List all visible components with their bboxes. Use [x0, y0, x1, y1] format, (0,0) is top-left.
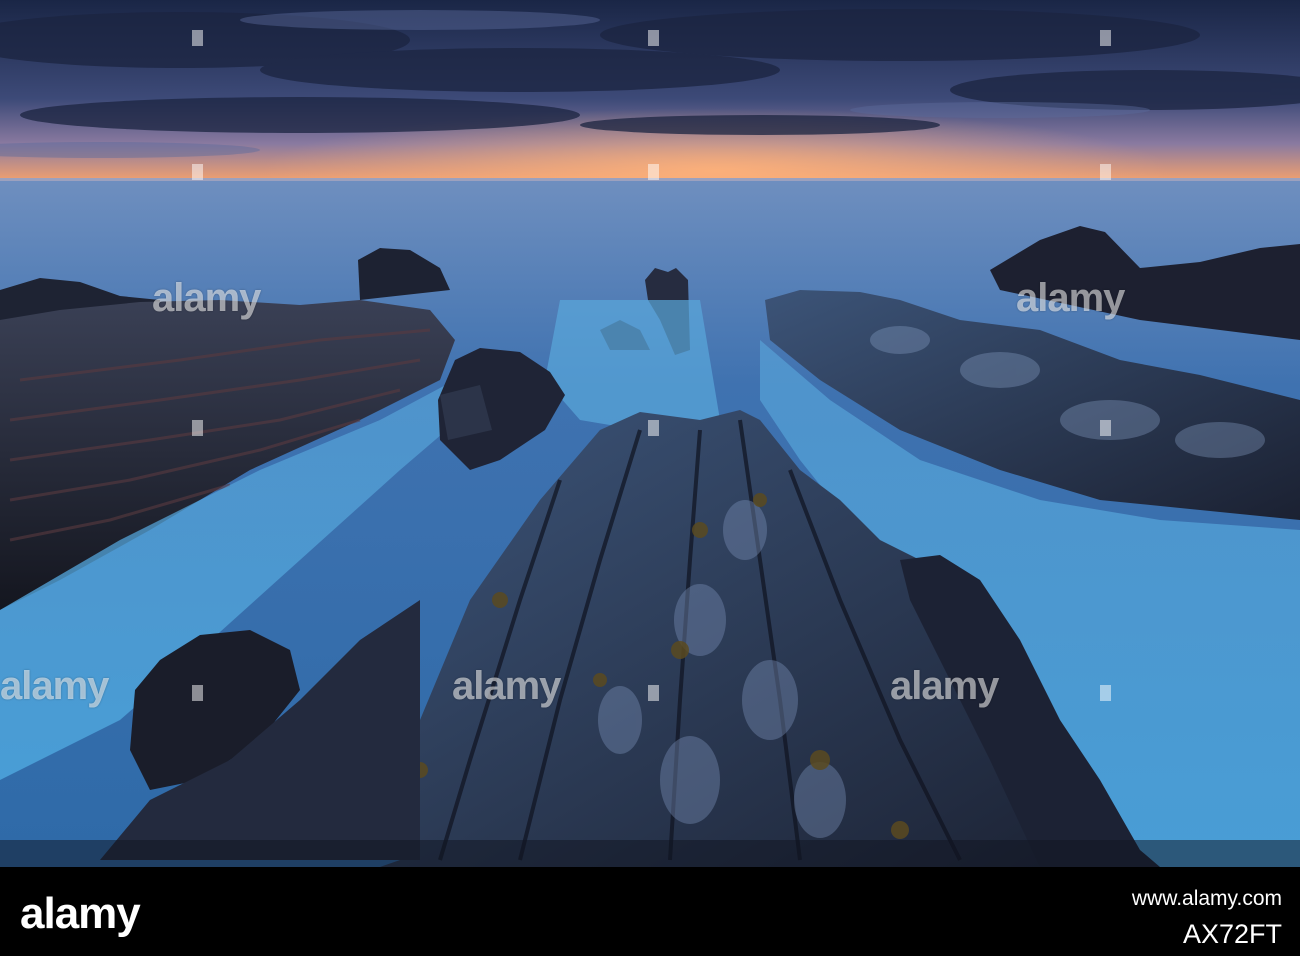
watermark-mark: [648, 420, 659, 436]
watermark-mark: [1100, 685, 1111, 701]
watermark-text: alamy: [152, 276, 261, 320]
watermark-mark: [1100, 164, 1111, 180]
image-id: AX72FT: [1182, 919, 1282, 949]
watermark-text: alamy: [452, 664, 561, 708]
footer-url[interactable]: www.alamy.com: [1132, 887, 1282, 911]
watermark-text: alamy: [890, 664, 999, 708]
watermark-mark: [648, 685, 659, 701]
footer-logo[interactable]: alamy: [20, 889, 141, 939]
seascape-photo: alamy alamy alamy alamy alamy: [0, 0, 1300, 867]
watermark-mark: [192, 420, 203, 436]
watermark-mark: [192, 30, 203, 46]
footer-bar: alamy www.alamy.com AX72FT: [0, 867, 1300, 956]
watermark-mark: [192, 685, 203, 701]
watermark-mark: [648, 30, 659, 46]
watermark-mark: [192, 164, 203, 180]
watermark-mark: [1100, 30, 1111, 46]
watermark-text: alamy: [0, 664, 109, 708]
footer-meta: www.alamy.com AX72FT: [1132, 887, 1282, 950]
watermark-text: alamy: [1016, 276, 1125, 320]
watermark-mark: [648, 164, 659, 180]
watermark-mark: [1100, 420, 1111, 436]
